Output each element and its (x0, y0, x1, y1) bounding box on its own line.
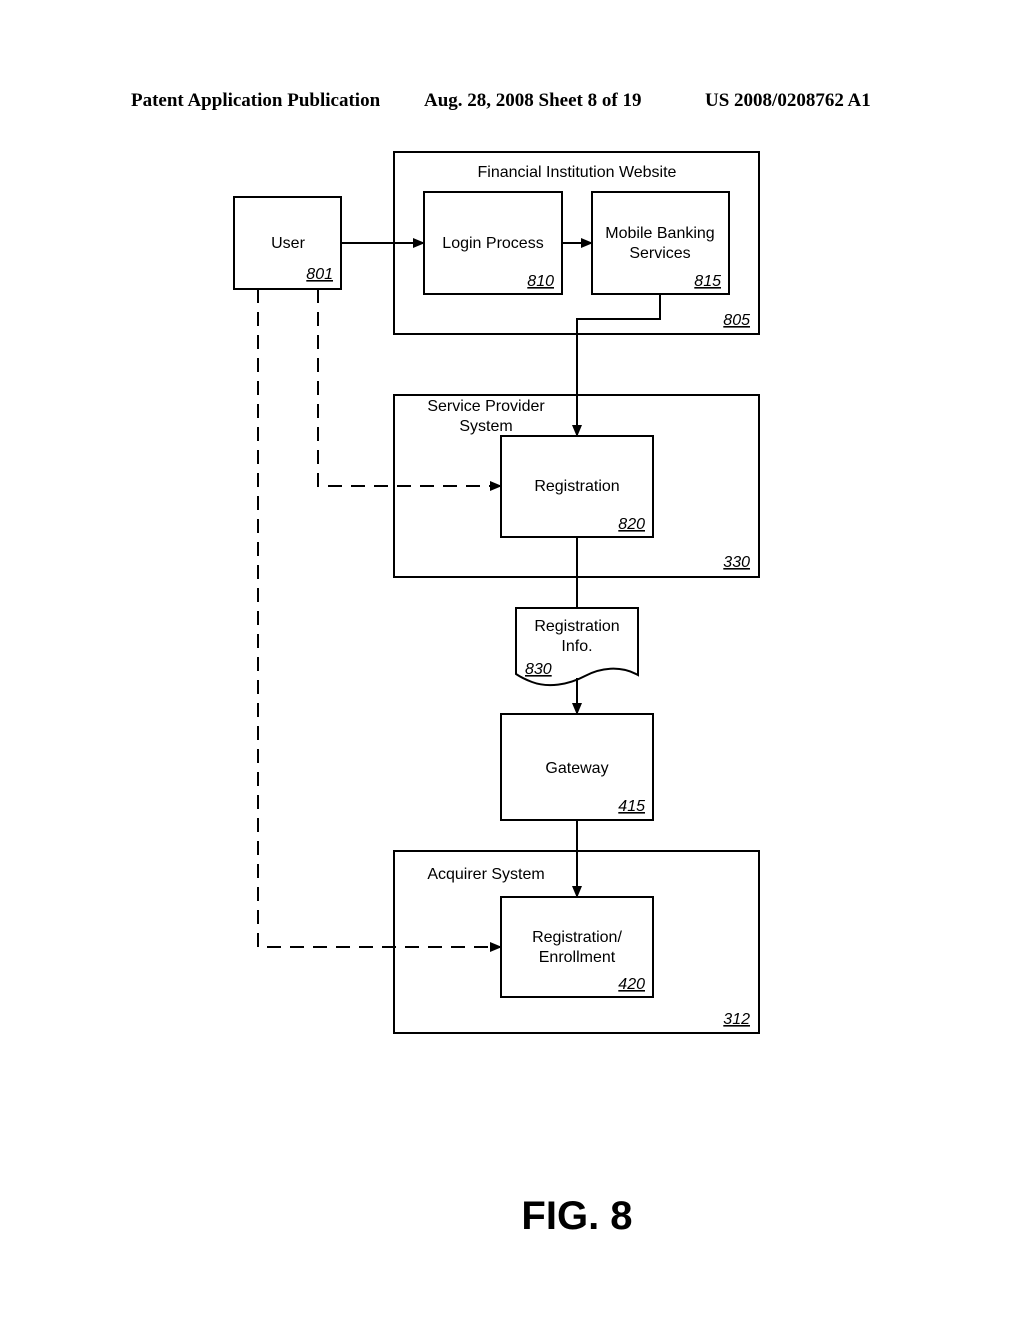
registration-label: Registration (534, 478, 619, 495)
diagram: Financial Institution Website 805 User 8… (233, 151, 760, 1238)
node-gateway: Gateway 415 (500, 713, 654, 821)
node-user: User 801 (233, 196, 342, 290)
user-label: User (271, 235, 305, 252)
fi-website-label: Financial Institution Website (478, 164, 677, 181)
gateway-label: Gateway (545, 760, 608, 777)
enrollment-label-1: Registration/ (532, 929, 622, 946)
enrollment-label-2: Enrollment (539, 949, 616, 966)
edge-user-to-enrollment-dashed (257, 289, 502, 952)
fi-website-ref: 805 (723, 312, 750, 329)
mobile-banking-ref: 815 (694, 273, 721, 290)
login-ref: 810 (527, 273, 554, 290)
node-enrollment: Registration/ Enrollment 420 (500, 896, 654, 998)
gateway-ref: 415 (618, 798, 645, 815)
figure-label: FIG. 8 (521, 1194, 632, 1238)
login-label: Login Process (442, 235, 543, 252)
service-provider-ref: 330 (723, 554, 750, 571)
edge-user-to-registration-dashed (317, 289, 502, 491)
node-mobile-banking: Mobile Banking Services 815 (591, 191, 730, 295)
node-registration-info: Registration Info. 830 (515, 607, 639, 687)
edge-mobile-banking-to-registration (572, 294, 661, 437)
registration-info-label-1: Registration (534, 618, 619, 635)
acquirer-ref: 312 (723, 1011, 750, 1028)
enrollment-ref: 420 (618, 976, 645, 993)
service-provider-label-1: Service Provider (427, 398, 545, 415)
registration-info-label-2: Info. (561, 638, 592, 655)
node-login: Login Process 810 (423, 191, 563, 295)
user-ref: 801 (306, 266, 333, 283)
node-registration: Registration 820 (500, 435, 654, 538)
acquirer-label: Acquirer System (427, 866, 544, 883)
registration-ref: 820 (618, 516, 645, 533)
mobile-banking-label-1: Mobile Banking (605, 225, 714, 242)
registration-info-ref: 830 (525, 661, 552, 678)
mobile-banking-label-2: Services (629, 245, 690, 262)
service-provider-label-2: System (459, 418, 512, 435)
